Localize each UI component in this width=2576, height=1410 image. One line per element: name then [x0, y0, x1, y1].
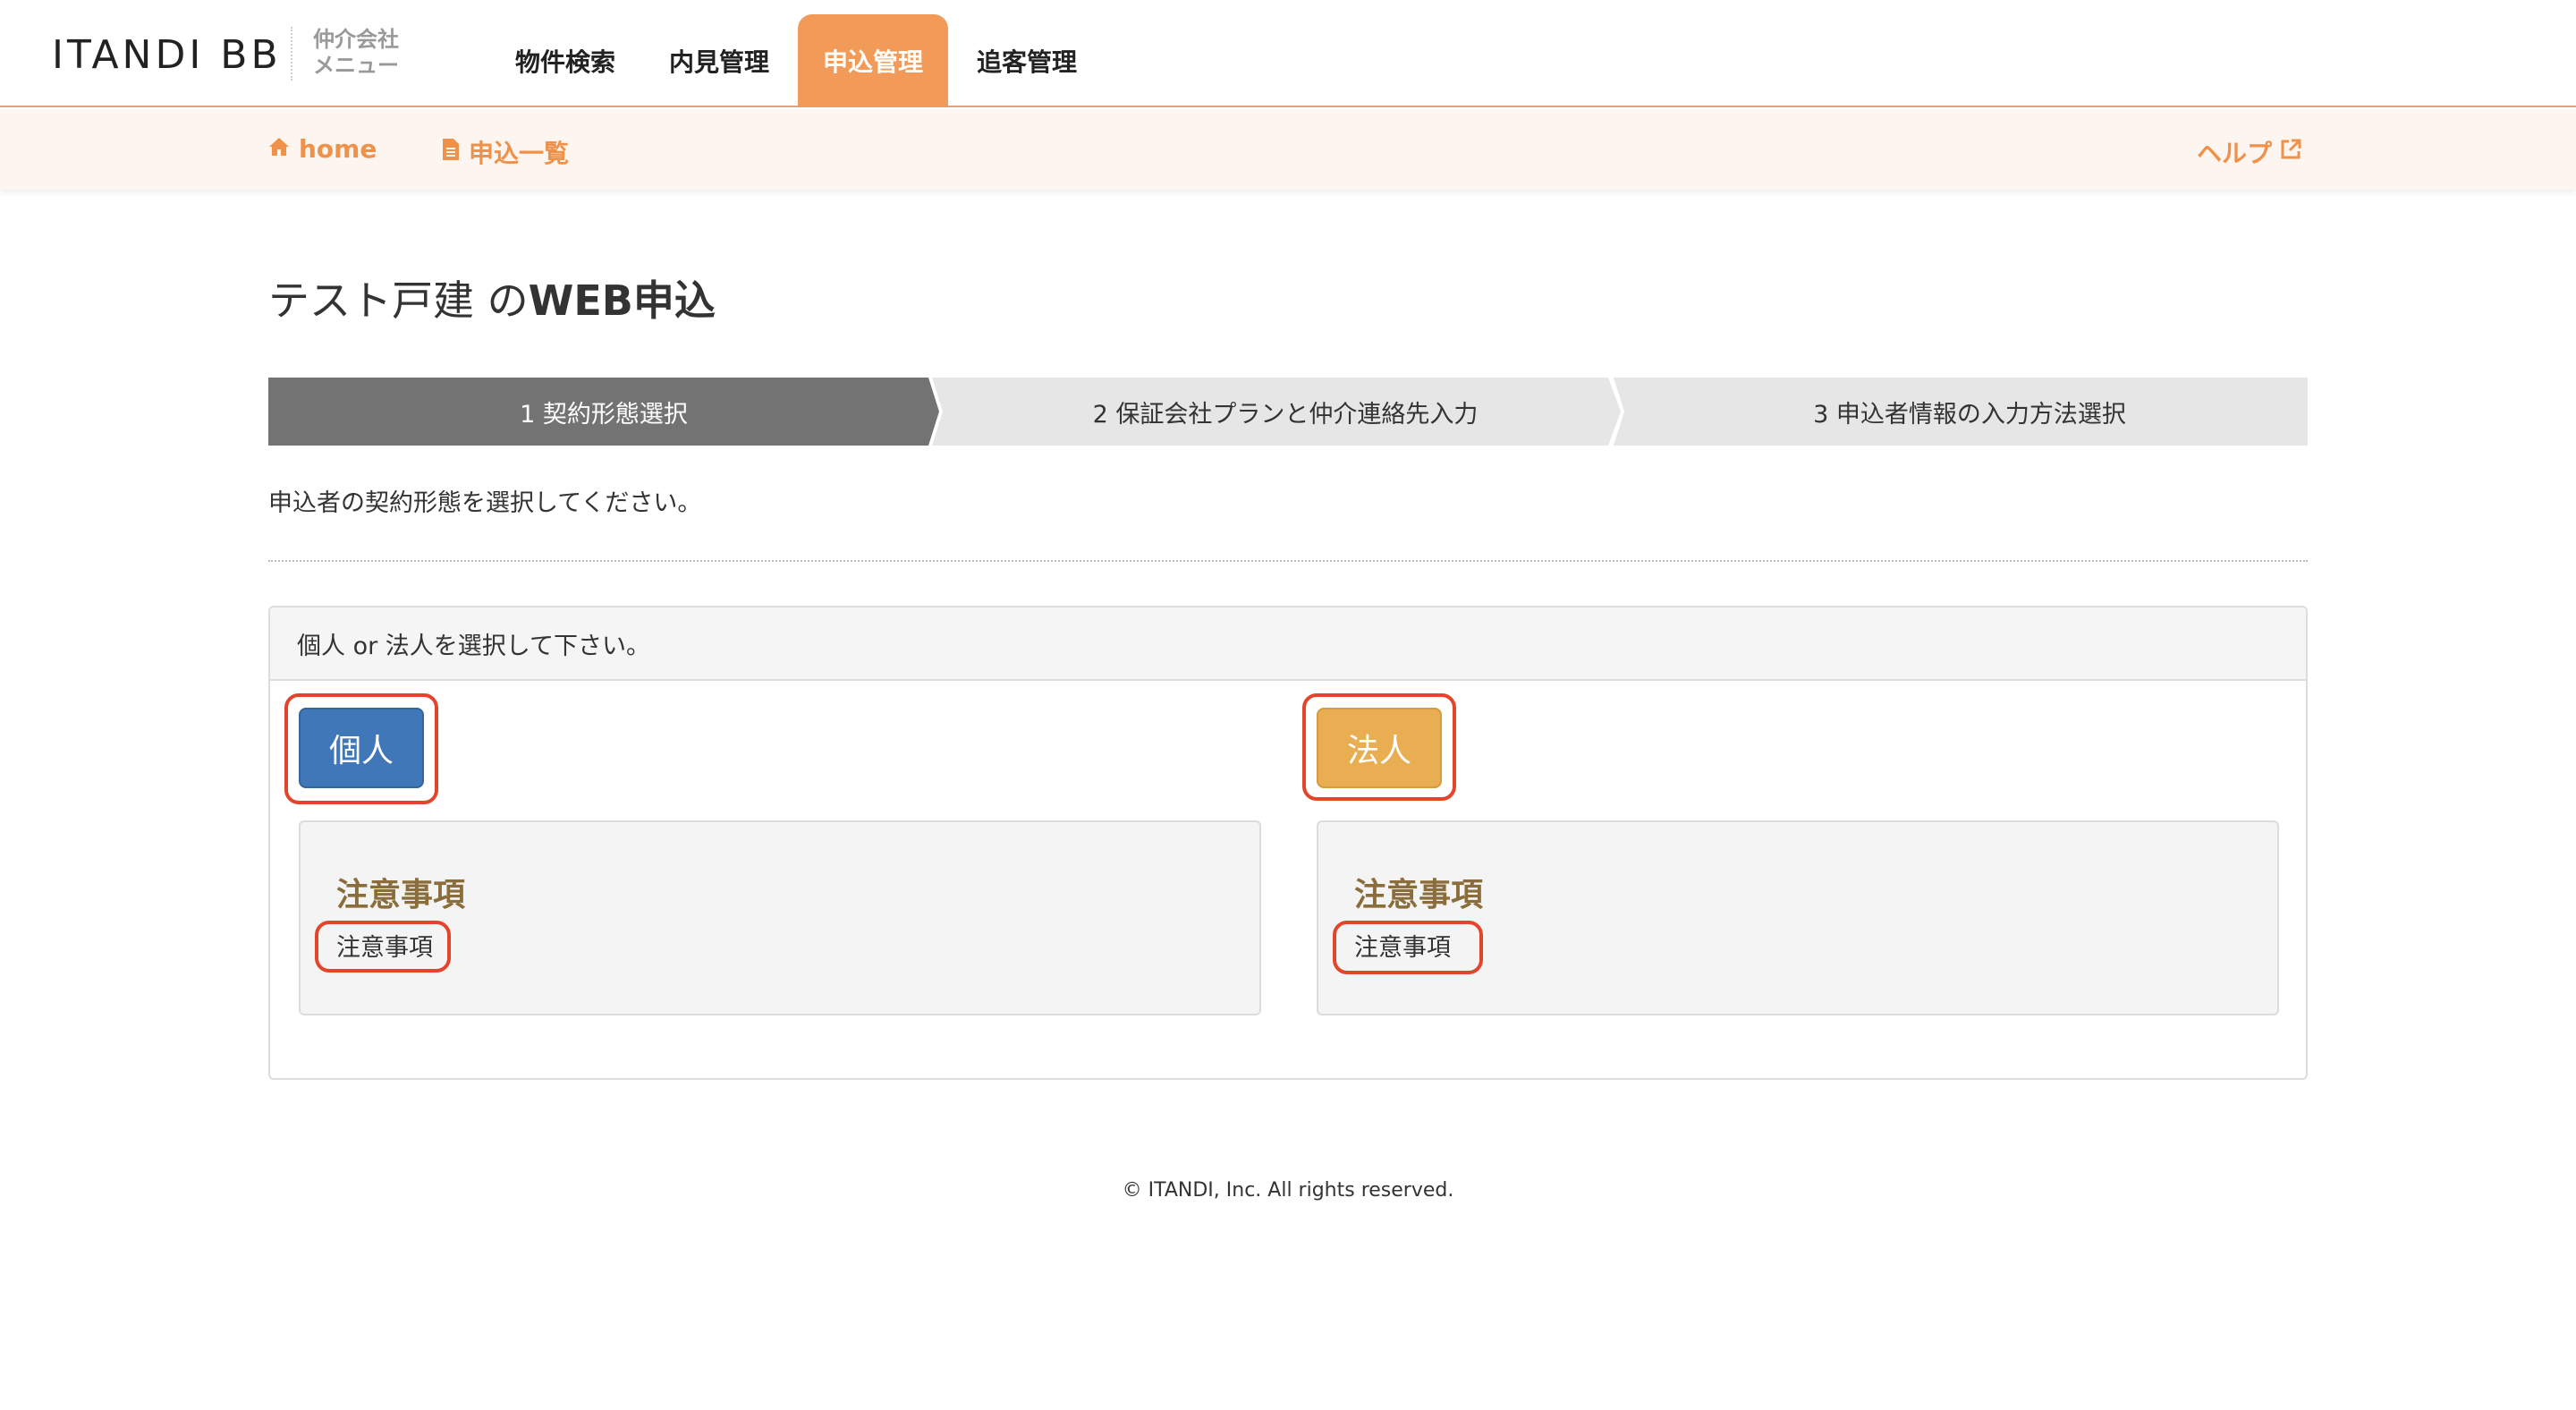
home-link[interactable]: home — [268, 134, 377, 164]
help-link-label: ヘルプ — [2197, 139, 2273, 168]
logo-subtitle: 仲介会社 メニュー — [313, 27, 399, 79]
sub-navbar: home 申込一覧 ヘルプ — [0, 109, 2576, 190]
tab-application-management[interactable]: 申込管理 — [798, 14, 949, 107]
page-title-prefix: テスト戸建 の — [268, 276, 529, 325]
corporate-button[interactable]: 法人 — [1317, 708, 1442, 788]
notice-title: 注意事項 — [336, 877, 466, 913]
contract-type-panel: 個人 or 法人を選択して下さい。 個人 法人 注意事項 注意事項 注意事項 注… — [268, 606, 2308, 1080]
individual-button[interactable]: 個人 — [299, 708, 424, 788]
notice-box-corporate: 注意事項 注意事項 — [1317, 820, 2279, 1015]
home-icon — [268, 136, 290, 163]
top-navbar: ITANDI BB 仲介会社 メニュー 物件検索 内見管理 申込管理 追客管理 — [0, 0, 2576, 107]
tab-customer-followup[interactable]: 追客管理 — [952, 14, 1102, 107]
step-contract-type: 1 契約形態選択 — [268, 378, 939, 446]
page-title: テスト戸建 のWEB申込 — [268, 268, 716, 327]
application-list-label: 申込一覧 — [469, 139, 570, 168]
home-link-label: home — [299, 134, 377, 164]
panel-heading: 個人 or 法人を選択して下さい。 — [270, 607, 2306, 681]
notice-body: 注意事項 — [336, 934, 433, 962]
logo-subtitle-line1: 仲介会社 — [313, 27, 399, 52]
instruction-text: 申込者の契約形態を選択してください。 — [268, 489, 702, 517]
itandi-bb-logo[interactable]: ITANDI BB — [52, 32, 282, 78]
footer-copyright: © ITANDI, Inc. All rights reserved. — [1122, 1179, 1454, 1202]
step-guarantee-plan: 2 保証会社プランと仲介連絡先入力 — [932, 378, 1621, 446]
notice-box-individual: 注意事項 注意事項 — [299, 820, 1261, 1015]
notice-title: 注意事項 — [1354, 877, 1484, 913]
step-indicator: 1 契約形態選択 2 保証会社プランと仲介連絡先入力 3 申込者情報の入力方法選… — [268, 378, 2308, 446]
logo-divider — [291, 27, 292, 81]
step-applicant-input-method: 3 申込者情報の入力方法選択 — [1614, 378, 2308, 446]
section-divider — [268, 560, 2308, 562]
tab-property-search[interactable]: 物件検索 — [490, 14, 640, 107]
page-title-bold: WEB申込 — [528, 276, 716, 325]
logo-subtitle-line2: メニュー — [313, 53, 399, 78]
application-list-link[interactable]: 申込一覧 — [442, 134, 569, 170]
tab-viewing-management[interactable]: 内見管理 — [644, 14, 794, 107]
notice-body: 注意事項 — [1354, 934, 1451, 962]
external-link-icon — [2279, 138, 2302, 167]
main-tabs: 物件検索 内見管理 申込管理 追客管理 — [490, 14, 1106, 107]
document-icon — [442, 138, 460, 167]
help-link[interactable]: ヘルプ — [2197, 134, 2302, 170]
